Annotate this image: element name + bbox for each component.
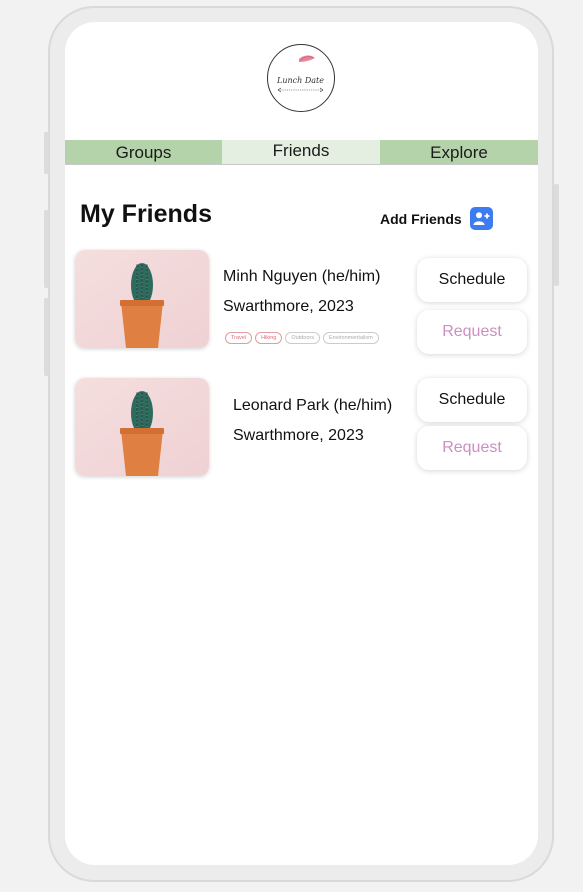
friend-photo bbox=[75, 378, 209, 476]
friend-name: Minh Nguyen (he/him) bbox=[223, 268, 381, 285]
lunch-date-logo: Lunch Date bbox=[267, 44, 335, 112]
interest-tags: Travel Hiking Outdoors Environmentalism bbox=[225, 332, 379, 344]
cactus-icon bbox=[75, 250, 209, 348]
cactus-icon bbox=[75, 378, 209, 476]
friend-school: Swarthmore, 2023 bbox=[233, 427, 364, 444]
phone-side-button bbox=[44, 210, 49, 288]
phone-side-button bbox=[44, 132, 49, 174]
interest-tag: Hiking bbox=[255, 332, 283, 344]
tab-explore[interactable]: Explore bbox=[380, 140, 538, 164]
page-title: My Friends bbox=[80, 200, 212, 228]
tab-groups[interactable]: Groups bbox=[65, 140, 222, 164]
logo-mark-icon: Lunch Date bbox=[276, 55, 324, 93]
app-screen: Lunch Date Groups Friends Explore My Fri… bbox=[65, 22, 538, 865]
friend-name: Leonard Park (he/him) bbox=[233, 397, 393, 414]
schedule-button[interactable]: Schedule bbox=[417, 258, 527, 302]
add-friends-button[interactable]: Add Friends bbox=[380, 207, 493, 230]
friend-photo bbox=[75, 250, 209, 348]
interest-tag: Outdoors bbox=[285, 332, 320, 344]
schedule-button[interactable]: Schedule bbox=[417, 378, 527, 422]
person-add-icon[interactable] bbox=[469, 207, 493, 230]
phone-side-button bbox=[554, 184, 559, 286]
tab-bar: Groups Friends Explore bbox=[65, 140, 538, 165]
phone-side-button bbox=[44, 298, 49, 376]
add-friends-label: Add Friends bbox=[380, 210, 462, 227]
interest-tag: Travel bbox=[225, 332, 253, 344]
tab-friends[interactable]: Friends bbox=[222, 140, 380, 164]
logo-text: Lunch Date bbox=[276, 76, 324, 85]
request-button[interactable]: Request bbox=[417, 310, 527, 354]
interest-tag: Environmentalism bbox=[323, 332, 379, 344]
friend-school: Swarthmore, 2023 bbox=[223, 298, 354, 315]
request-button[interactable]: Request bbox=[417, 426, 527, 470]
